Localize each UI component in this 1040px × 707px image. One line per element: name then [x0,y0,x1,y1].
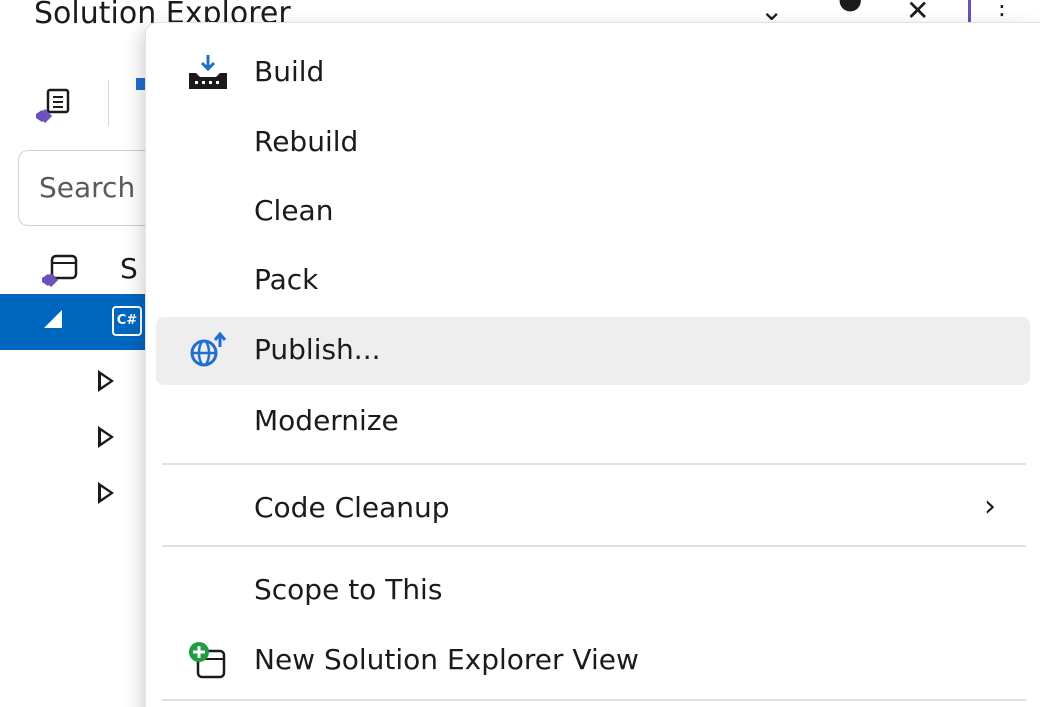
menu-item-rebuild[interactable]: Rebuild [156,109,1030,177]
menu-item-label: Pack [254,263,319,296]
switch-views-icon[interactable] [34,86,74,126]
menu-item-clean[interactable]: Clean [156,178,1030,246]
toolbar-separator [108,80,109,126]
menu-item-label: Modernize [254,404,399,437]
menu-separator [162,699,1026,701]
menu-item-label: Rebuild [254,125,359,158]
collapsed-arrow-icon[interactable] [98,482,114,504]
collapsed-arrow-icon[interactable] [98,426,114,448]
menu-separator [162,545,1026,547]
submenu-arrow-icon: › [984,489,996,524]
solution-icon [42,254,78,288]
menu-item-label: New Solution Explorer View [254,643,639,676]
build-icon [189,55,227,89]
menu-item-code-cleanup[interactable]: Code Cleanup › [156,475,1030,543]
menu-item-label: Publish... [254,333,381,366]
collapsed-arrow-icon[interactable] [98,370,114,392]
publish-globe-icon [190,331,227,367]
pin-icon[interactable]: ● [838,0,862,15]
menu-item-modernize[interactable]: Modernize [156,388,1030,456]
context-menu: Build Rebuild Clean Pack Publish... Mode… [145,22,1040,707]
menu-item-label: Clean [254,194,334,227]
menu-item-scope-to-this[interactable]: Scope to This [156,557,1030,625]
menu-item-new-solution-explorer-view[interactable]: New Solution Explorer View [156,627,1030,695]
title-separator [968,0,971,22]
menu-item-build[interactable]: Build [156,39,1030,107]
more-options-icon[interactable]: ⋮ [990,0,1014,20]
csharp-project-icon: C# [112,306,142,336]
solution-label: S [120,252,138,285]
menu-item-label: Scope to This [254,573,443,606]
menu-item-publish[interactable]: Publish... [156,317,1030,385]
menu-item-pack[interactable]: Pack [156,247,1030,315]
expanded-arrow-icon[interactable] [44,310,62,328]
menu-separator [162,463,1026,465]
menu-item-label: Build [254,55,325,88]
menu-item-label: Code Cleanup [254,491,450,524]
new-view-icon [189,642,226,679]
